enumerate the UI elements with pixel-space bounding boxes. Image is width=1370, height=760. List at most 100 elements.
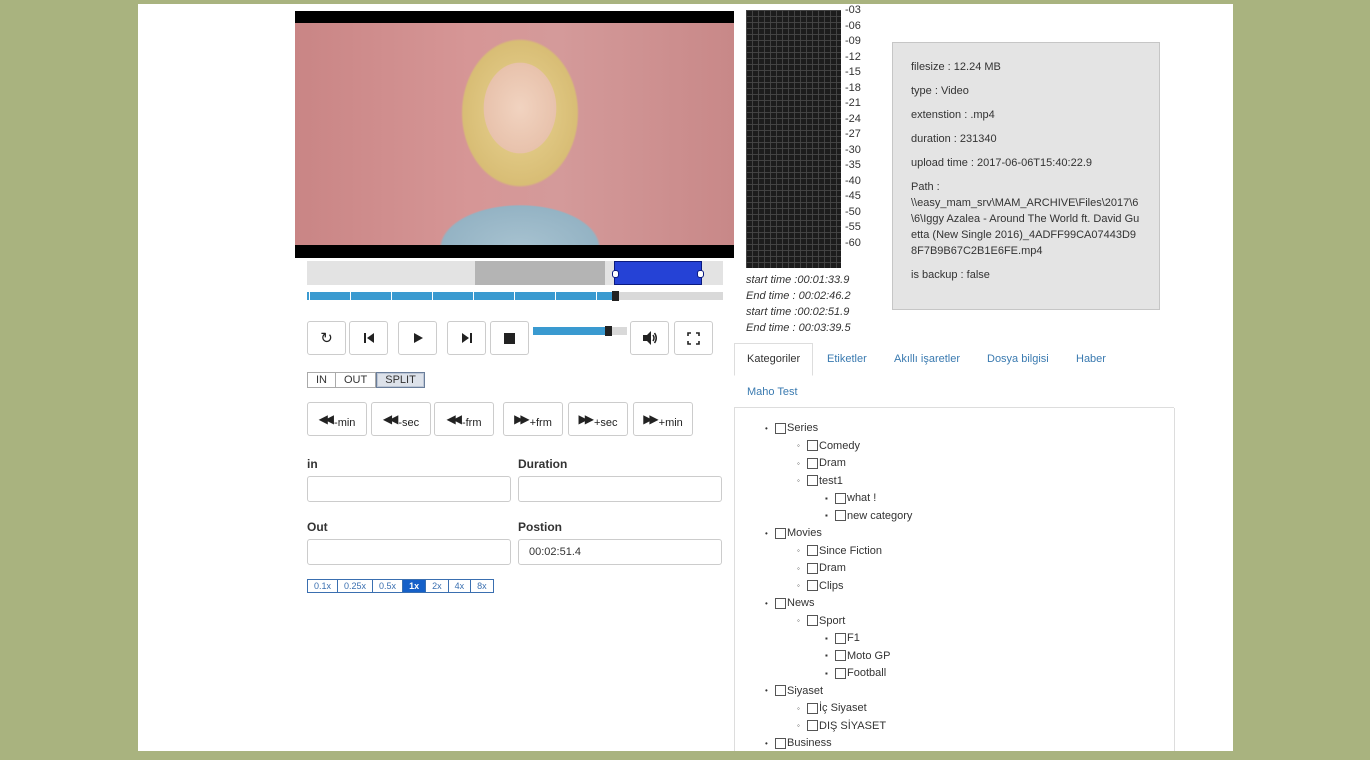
speed-button[interactable]: 0.5x	[372, 580, 403, 592]
segment-2-end: End time : 00:03:39.5	[746, 322, 851, 334]
segment-times: start time :00:01:33.9 End time : 00:02:…	[746, 272, 851, 336]
jump-plus-frm-button[interactable]: ▶▶ +frm	[503, 402, 563, 436]
in-input[interactable]	[307, 476, 511, 502]
category-label: F1	[847, 632, 860, 644]
tab-etiketler[interactable]: Etiketler	[827, 353, 867, 365]
category-checkbox[interactable]	[807, 720, 818, 731]
category-checkbox[interactable]	[835, 632, 846, 644]
tab-dosya-bilgisi[interactable]: Dosya bilgisi	[987, 353, 1049, 365]
split-button[interactable]: SPLIT	[376, 372, 425, 388]
speed-button[interactable]: 1x	[402, 580, 426, 592]
meter-tick: -18	[845, 81, 861, 94]
category-checkbox[interactable]	[807, 580, 818, 591]
jump-plus-min-button[interactable]: ▶▶ +min	[633, 402, 693, 436]
category-checkbox[interactable]	[775, 737, 786, 749]
audio-level-meter	[746, 10, 841, 268]
bullet-icon: ◦	[797, 721, 800, 730]
category-label: test1	[819, 474, 843, 487]
selected-segment[interactable]	[612, 261, 704, 285]
tab-kategoriler[interactable]: Kategoriler	[734, 343, 814, 376]
play-button[interactable]	[398, 321, 437, 355]
fullscreen-button[interactable]	[674, 321, 713, 355]
in-button[interactable]: IN	[307, 372, 336, 388]
tree-item: ▪ F1	[825, 632, 860, 644]
meter-tick: -40	[845, 174, 861, 187]
segment-marker[interactable]	[475, 261, 605, 285]
speed-button[interactable]: 0.1x	[308, 580, 338, 592]
tab-haber[interactable]: Haber	[1076, 353, 1106, 365]
meter-tick: -15	[845, 66, 861, 78]
segment-out-handle[interactable]	[697, 270, 704, 278]
bullet-icon: •	[765, 686, 768, 695]
volume-fill	[533, 327, 609, 335]
category-checkbox[interactable]	[835, 650, 846, 661]
video-player[interactable]	[295, 11, 734, 258]
category-checkbox[interactable]	[807, 457, 818, 469]
video-frame[interactable]	[295, 23, 734, 245]
out-label: Out	[307, 520, 328, 534]
category-checkbox[interactable]	[807, 702, 818, 714]
out-input[interactable]	[307, 539, 511, 565]
replay-button[interactable]: ↻	[307, 321, 346, 355]
category-label: News	[787, 597, 815, 609]
next-button[interactable]	[447, 321, 486, 355]
category-checkbox[interactable]	[835, 492, 846, 504]
volume-button[interactable]	[630, 321, 669, 355]
tree-item: ▪ Football	[825, 667, 886, 679]
category-checkbox[interactable]	[775, 527, 786, 539]
category-checkbox[interactable]	[807, 562, 818, 574]
volume-knob[interactable]	[605, 326, 613, 336]
category-checkbox[interactable]	[807, 615, 818, 626]
speed-button[interactable]: 8x	[470, 580, 493, 592]
stop-button[interactable]	[490, 321, 529, 355]
category-checkbox[interactable]	[807, 440, 818, 451]
speed-button[interactable]: 2x	[425, 580, 448, 592]
tree-item: ◦ DIŞ SİYASET	[797, 720, 886, 732]
fullscreen-icon	[687, 331, 700, 345]
category-label: Since Fiction	[819, 544, 882, 557]
volume-slider[interactable]	[533, 326, 627, 336]
jump-plus-sec-button[interactable]: ▶▶ +sec	[568, 402, 628, 436]
playback-progress[interactable]	[307, 291, 723, 301]
category-checkbox[interactable]	[775, 597, 786, 609]
duration-input[interactable]	[518, 476, 722, 502]
category-checkbox[interactable]	[775, 685, 786, 696]
previous-button[interactable]	[349, 321, 388, 355]
speed-button[interactable]: 0.25x	[337, 580, 373, 592]
play-icon	[413, 333, 423, 343]
bullet-icon: •	[765, 423, 768, 433]
jump-minus-sec-button[interactable]: ◀◀ -sec	[371, 402, 431, 436]
bullet-icon: ◦	[797, 703, 800, 713]
category-checkbox[interactable]	[807, 545, 818, 556]
tree-item: ◦ Dram	[797, 562, 846, 574]
category-checkbox[interactable]	[835, 667, 846, 679]
category-label: what !	[847, 492, 877, 504]
in-label: in	[307, 457, 318, 471]
segment-timeline[interactable]	[307, 261, 723, 285]
speed-button[interactable]: 4x	[447, 580, 471, 592]
meter-tick: -60	[845, 236, 861, 249]
meter-tick: -27	[845, 128, 861, 140]
category-label: Series	[787, 422, 819, 434]
fast-forward-icon: ▶▶	[643, 412, 659, 426]
meter-tick: -12	[845, 50, 861, 63]
progress-knob[interactable]	[611, 291, 619, 301]
category-checkbox[interactable]	[775, 422, 786, 434]
bullet-icon: ▪	[825, 493, 828, 503]
position-input[interactable]: 00:02:51.4	[518, 539, 722, 565]
jump-minus-min-button[interactable]: ◀◀ -min	[307, 402, 367, 436]
tree-item: • Series	[765, 422, 818, 434]
bullet-icon: •	[765, 598, 768, 608]
meter-tick: -55	[845, 221, 861, 233]
info-path-value: \\easy_mam_srv\MAM_ARCHIVE\Files\2017\6\…	[911, 197, 1140, 257]
tab-maho-test[interactable]: Maho Test	[747, 386, 798, 398]
category-label: Comedy	[819, 439, 860, 452]
meter-tick: -35	[845, 159, 861, 171]
tab-akilli-isaretler[interactable]: Akıllı işaretler	[894, 353, 960, 365]
category-label: Clips	[819, 579, 844, 592]
category-checkbox[interactable]	[807, 475, 818, 486]
out-button[interactable]: OUT	[336, 372, 377, 388]
category-checkbox[interactable]	[835, 510, 846, 521]
jump-minus-frm-button[interactable]: ◀◀ -frm	[434, 402, 494, 436]
segment-in-handle[interactable]	[612, 270, 619, 278]
